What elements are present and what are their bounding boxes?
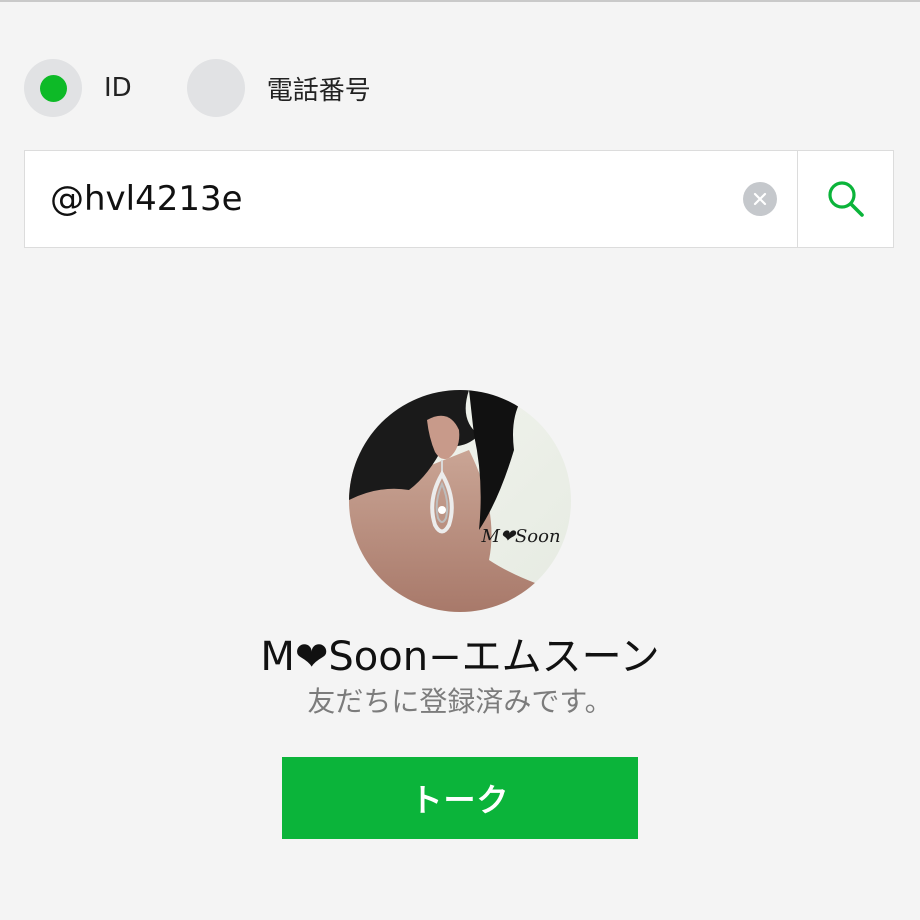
- svg-text:M❤Soon: M❤Soon: [480, 526, 560, 547]
- talk-button[interactable]: トーク: [282, 757, 638, 839]
- search-input[interactable]: [25, 150, 743, 248]
- magnifier-icon: [827, 181, 864, 217]
- search-type-radio-group: ID 電話番号: [24, 58, 371, 118]
- profile-avatar[interactable]: M❤Soon: [349, 390, 571, 612]
- radio-option-phone[interactable]: 電話番号: [186, 59, 371, 117]
- radio-selected-dot: [39, 74, 67, 102]
- radio-button-unselected[interactable]: [186, 59, 245, 117]
- radio-option-id[interactable]: ID: [24, 59, 132, 117]
- clear-x-icon[interactable]: [743, 182, 777, 216]
- radio-label-phone: 電話番号: [266, 75, 371, 106]
- top-divider: [0, 0, 920, 2]
- radio-label-id: ID: [104, 73, 132, 103]
- profile-name: M❤Soon−エムスーン: [260, 634, 660, 680]
- friend-status-text: 友だちに登録済みです。: [307, 685, 613, 718]
- search-box: [24, 150, 894, 248]
- avatar-photo: M❤Soon: [349, 390, 571, 612]
- radio-button-selected[interactable]: [24, 59, 82, 117]
- search-button[interactable]: [798, 151, 893, 247]
